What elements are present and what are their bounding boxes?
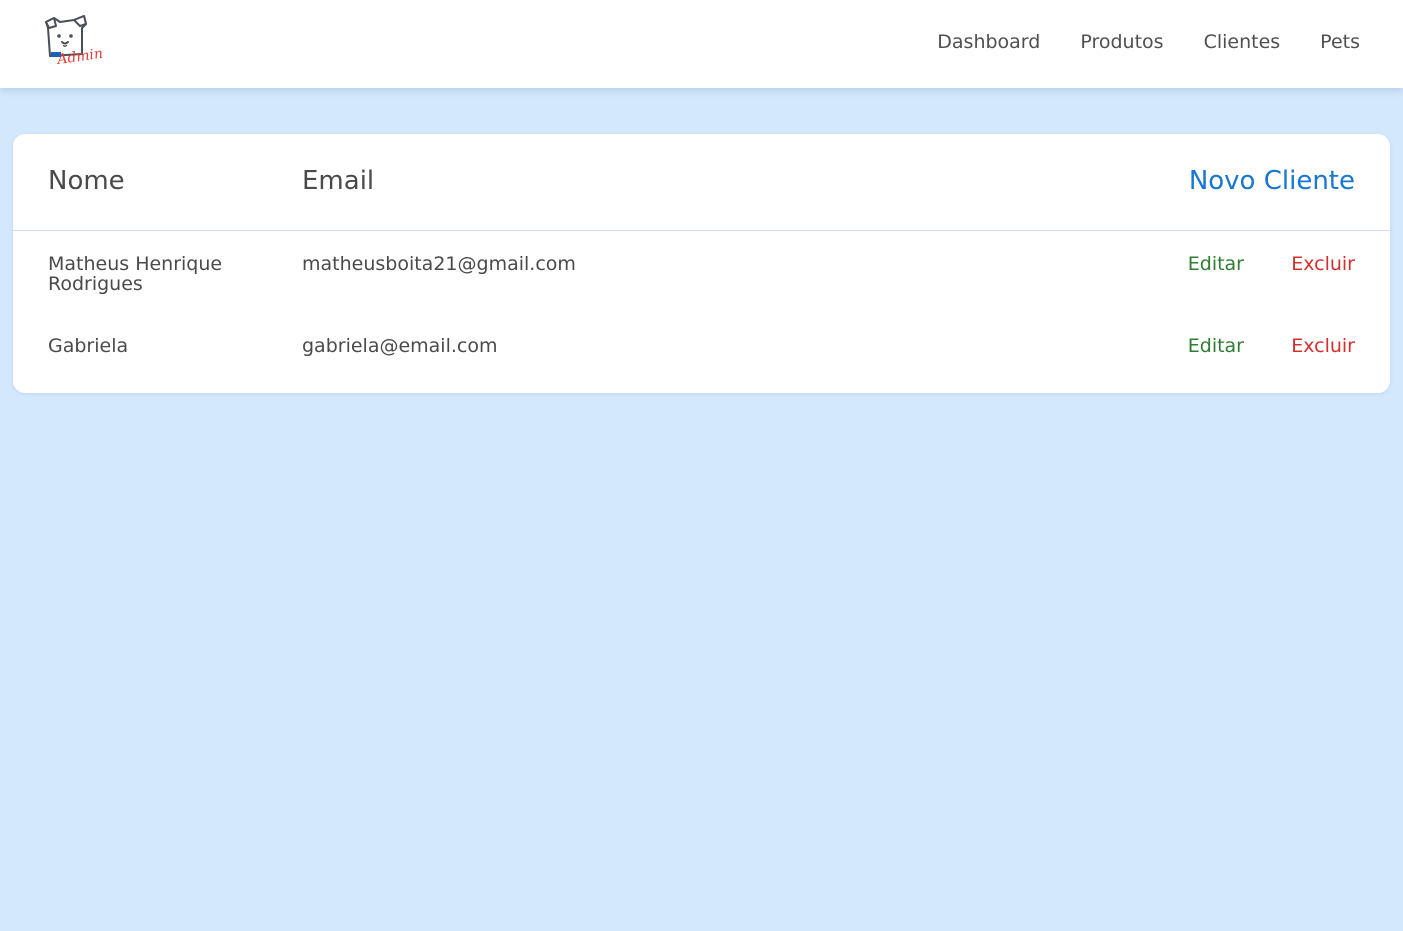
clients-table-card: Nome Email Novo Cliente Matheus Henrique… [13, 134, 1390, 393]
client-email: matheusboita21@gmail.com [302, 253, 576, 275]
nav-pets[interactable]: Pets [1320, 30, 1360, 54]
edit-button[interactable]: Editar [1188, 336, 1244, 356]
delete-button[interactable]: Excluir [1291, 254, 1355, 274]
table-header: Nome Email Novo Cliente [13, 134, 1390, 231]
main-nav: Dashboard Produtos Clientes Pets [937, 30, 1360, 54]
column-header-nome: Nome [48, 166, 125, 196]
admin-logo[interactable]: Admin [40, 14, 106, 70]
client-name: Gabriela [48, 335, 129, 357]
delete-button[interactable]: Excluir [1291, 336, 1355, 356]
edit-button[interactable]: Editar [1188, 254, 1244, 274]
nav-clientes[interactable]: Clientes [1204, 30, 1281, 54]
column-header-email: Email [302, 166, 375, 196]
nav-dashboard[interactable]: Dashboard [937, 30, 1040, 54]
client-email: gabriela@email.com [302, 335, 498, 357]
client-name: Matheus Henrique Rodrigues [48, 253, 223, 295]
top-navbar: Admin Dashboard Produtos Clientes Pets [0, 0, 1403, 88]
nav-produtos[interactable]: Produtos [1080, 30, 1163, 54]
dog-admin-logo-icon: Admin [45, 15, 104, 68]
new-client-button[interactable]: Novo Cliente [1189, 164, 1355, 198]
